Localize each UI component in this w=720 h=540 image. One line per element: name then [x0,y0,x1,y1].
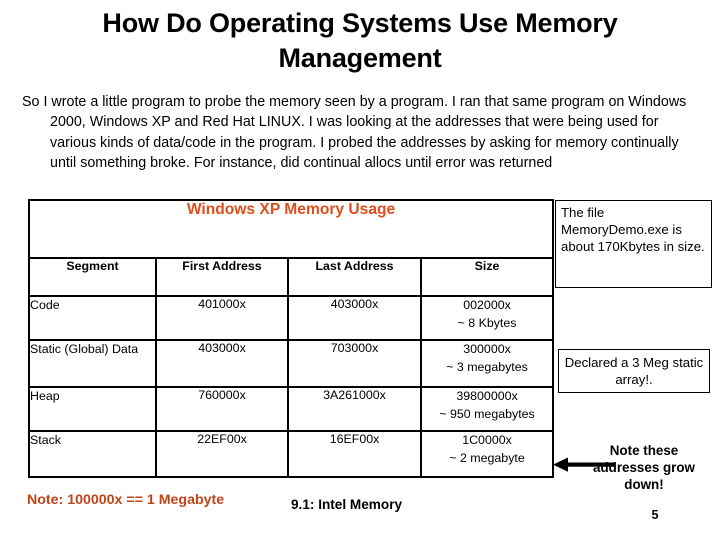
memory-usage-table: Windows XP Memory Usage Segment First Ad… [27,199,555,478]
cell-first-address: 401000x [155,295,289,341]
cell-size-approx: ~ 950 megabytes [439,406,535,421]
cell-segment: Code [28,295,157,341]
cell-size-value: 300000x [463,342,511,356]
cell-size: 1C0000x ~ 2 megabyte [419,430,555,478]
table-row: Code 401000x 403000x 002000x ~ 8 Kbytes [28,295,555,341]
cell-size: 300000x ~ 3 megabytes [419,339,555,388]
left-arrow-icon [553,457,615,472]
body-paragraph: So I wrote a little program to probe the… [22,94,687,171]
callout-static-array: Declared a 3 Meg static array!. [558,349,710,393]
cell-first-address: 760000x [155,386,289,432]
cell-size-approx: ~ 3 megabytes [446,359,528,374]
column-header-size: Size [419,257,555,297]
page-title: How Do Operating Systems Use Memory Mana… [102,8,618,74]
slide-number: 5 [651,508,659,522]
table-header-row: Segment First Address Last Address Size [28,257,555,297]
cell-last-address: 16EF00x [287,430,422,478]
table-title-cell: Windows XP Memory Usage [27,199,555,259]
callout-file-size: The file MemoryDemo.exe is about 170Kbyt… [555,200,712,288]
cell-size: 002000x ~ 8 Kbytes [419,295,555,341]
cell-segment: Static (Global) Data [28,339,157,388]
note-megabyte-equivalence: Note: 100000x == 1 Megabyte [27,492,225,508]
table-title-row: Windows XP Memory Usage [27,199,555,259]
cell-size-approx: ~ 2 megabyte [449,450,525,465]
cell-first-address: 22EF00x [155,430,289,478]
cell-size-value: 1C0000x [462,433,512,447]
table-row: Heap 760000x 3A261000x 39800000x ~ 950 m… [28,386,555,432]
column-header-first-address: First Address [155,257,289,297]
cell-size: 39800000x ~ 950 megabytes [419,386,555,432]
cell-last-address: 403000x [287,295,422,341]
table-row: Stack 22EF00x 16EF00x 1C0000x ~ 2 megaby… [28,430,555,478]
cell-size-approx: ~ 8 Kbytes [457,315,517,330]
cell-segment: Stack [28,430,157,478]
column-header-last-address: Last Address [287,257,422,297]
footer-label: 9.1: Intel Memory [291,497,403,512]
cell-segment: Heap [28,386,157,432]
cell-size-value: 002000x [463,298,511,312]
cell-first-address: 403000x [155,339,289,388]
table-title: Windows XP Memory Usage [186,201,396,218]
cell-size-value: 39800000x [456,389,518,403]
cell-last-address: 703000x [287,339,422,388]
table-row: Static (Global) Data 403000x 703000x 300… [28,339,555,388]
cell-last-address: 3A261000x [287,386,422,432]
column-header-segment: Segment [28,257,157,297]
